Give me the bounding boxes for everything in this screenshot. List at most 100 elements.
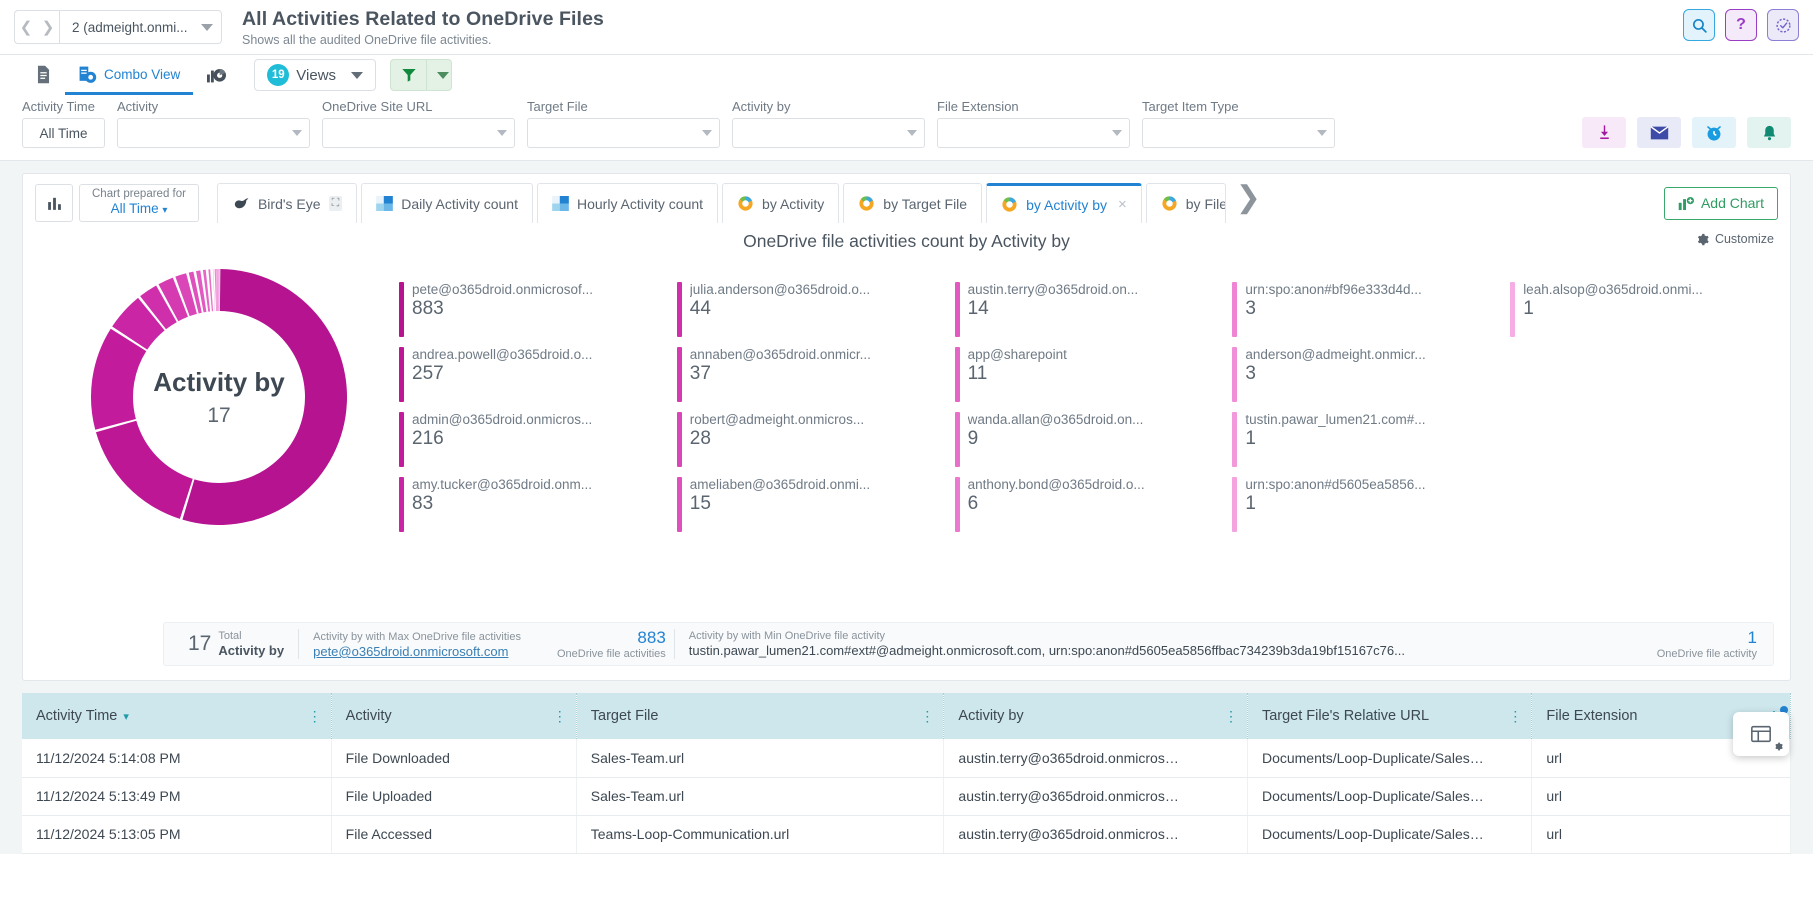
legend-value: 1 <box>1245 493 1425 515</box>
customize-button[interactable]: Customize <box>1696 232 1774 246</box>
table-cell: File Uploaded <box>331 777 576 815</box>
column-menu-icon[interactable]: ⋮ <box>553 714 567 718</box>
action-icons <box>1582 117 1791 148</box>
tenant-selector[interactable]: 2 (admeight.onmi... <box>59 10 222 44</box>
column-menu-icon[interactable]: ⋮ <box>920 714 934 718</box>
nav-back-button[interactable]: ❮ <box>15 11 37 43</box>
file-extension-select[interactable] <box>937 118 1130 148</box>
legend-label: anthony.bond@o365droid.o... <box>968 477 1145 492</box>
legend-item[interactable]: ameliaben@o365droid.onmi...15 <box>677 477 941 532</box>
table-header-activity-time[interactable]: Activity Time▾⋮ <box>22 693 331 739</box>
nav-forward-button[interactable]: ❯ <box>37 11 59 43</box>
legend-spacer <box>1510 412 1774 467</box>
legend-item[interactable]: urn:spo:anon#bf96e333d4d...3 <box>1232 282 1496 337</box>
chart-legend: pete@o365droid.onmicrosof...883 julia.and… <box>399 262 1774 532</box>
legend-item[interactable]: anthony.bond@o365droid.o...6 <box>955 477 1219 532</box>
chevron-down-icon <box>702 130 712 136</box>
donut-chart[interactable]: Activity by 17 <box>39 262 399 532</box>
legend-item[interactable]: admin@o365droid.onmicros...216 <box>399 412 663 467</box>
chevron-right-icon[interactable]: ❯ <box>1230 183 1267 223</box>
add-chart-button[interactable]: Add Chart <box>1664 187 1778 220</box>
legend-label: urn:spo:anon#bf96e333d4d... <box>1245 282 1421 297</box>
table-row[interactable]: 11/12/2024 5:13:05 PMFile AccessedTeams-… <box>22 815 1791 853</box>
alarm-icon[interactable] <box>1692 117 1736 148</box>
table-row[interactable]: 11/12/2024 5:13:49 PMFile UploadedSales-… <box>22 777 1791 815</box>
table-row[interactable]: 11/12/2024 5:14:08 PMFile DownloadedSale… <box>22 739 1791 777</box>
chart-tab-by-activity[interactable]: by Activity <box>722 183 839 223</box>
column-menu-icon[interactable]: ⋮ <box>1508 714 1522 718</box>
chart-tab-by-file[interactable]: by File <box>1146 183 1226 223</box>
legend-item[interactable]: julia.anderson@o365droid.o...44 <box>677 282 941 337</box>
legend-item[interactable]: austin.terry@o365droid.on...14 <box>955 282 1219 337</box>
legend-item[interactable]: pete@o365droid.onmicrosof...883 <box>399 282 663 337</box>
legend-label: leah.alsop@o365droid.onmi... <box>1523 282 1703 297</box>
legend-label: admin@o365droid.onmicros... <box>412 412 592 427</box>
chart-tab-birds-eye[interactable]: Bird's Eye ⛶ <box>217 183 357 223</box>
legend-item[interactable]: urn:spo:anon#d5605ea5856...1 <box>1232 477 1496 532</box>
tab-document-view[interactable] <box>22 57 65 95</box>
target-item-type-select[interactable] <box>1142 118 1335 148</box>
summary-max-value[interactable]: pete@o365droid.onmicrosoft.com <box>313 644 521 659</box>
legend-item[interactable]: app@sharepoint11 <box>955 347 1219 402</box>
legend-value: 44 <box>690 298 870 320</box>
tab-combo-view[interactable]: Combo View <box>65 57 193 95</box>
legend-color-swatch <box>677 412 682 467</box>
legend-item[interactable]: robert@admeight.onmicros...28 <box>677 412 941 467</box>
table-header-target-file[interactable]: Target File⋮ <box>576 693 944 739</box>
activity-by-select[interactable] <box>732 118 925 148</box>
table-header-target-file-s-relative-url[interactable]: Target File's Relative URL⋮ <box>1247 693 1531 739</box>
combo-view-icon <box>78 65 97 84</box>
legend-item[interactable]: leah.alsop@o365droid.onmi...1 <box>1510 282 1774 337</box>
legend-color-swatch <box>399 282 404 337</box>
onedrive-site-url-select[interactable] <box>322 118 515 148</box>
chart-prepared-group: Chart prepared for All Time ▾ <box>35 184 199 222</box>
document-icon <box>35 65 52 84</box>
legend-color-swatch <box>1232 477 1237 532</box>
legend-item[interactable]: wanda.allan@o365droid.on...9 <box>955 412 1219 467</box>
help-icon[interactable]: ? <box>1725 9 1757 41</box>
view-toolbar: Combo View 19 Views <box>0 55 1813 95</box>
chart-type-icon[interactable] <box>35 184 73 222</box>
chart-tab-by-activity-by[interactable]: by Activity by × <box>986 183 1142 223</box>
chart-tab-daily-activity-count[interactable]: Daily Activity count <box>361 183 533 223</box>
table-cell: File Accessed <box>331 815 576 853</box>
filter-icon[interactable] <box>390 59 426 91</box>
donut-slice[interactable] <box>96 421 193 519</box>
filter-target-file: Target File <box>527 99 720 148</box>
bell-icon[interactable] <box>1747 117 1791 148</box>
donut-slice[interactable] <box>91 329 146 430</box>
chart-tab-hourly-activity-count[interactable]: Hourly Activity count <box>537 183 718 223</box>
sort-descending-icon[interactable]: ▾ <box>123 711 129 723</box>
activity-select[interactable] <box>117 118 310 148</box>
close-icon[interactable]: × <box>1118 196 1127 213</box>
target-file-select[interactable] <box>527 118 720 148</box>
summary-max-count: 883 <box>557 628 666 647</box>
search-icon[interactable] <box>1683 9 1715 41</box>
donut-slice[interactable] <box>213 269 215 311</box>
chart-prepared-for[interactable]: Chart prepared for All Time ▾ <box>79 184 199 222</box>
column-menu-icon[interactable]: ⋮ <box>308 714 322 718</box>
chart-tabs-scroller[interactable]: Bird's Eye ⛶ Daily Activity count Hour <box>217 183 1664 223</box>
legend-item[interactable]: tustin.pawar_lumen21.com#...1 <box>1232 412 1496 467</box>
legend-item[interactable]: andrea.powell@o365droid.o...257 <box>399 347 663 402</box>
filter-dropdown-button[interactable] <box>426 59 452 91</box>
legend-item[interactable]: anderson@admeight.onmicr...3 <box>1232 347 1496 402</box>
column-menu-icon[interactable]: ⋮ <box>1224 714 1238 718</box>
donut-center-count: 17 <box>153 404 285 428</box>
activity-time-input[interactable]: All Time <box>22 118 105 148</box>
views-dropdown[interactable]: 19 Views <box>254 59 376 91</box>
schedule-icon[interactable] <box>1767 9 1799 41</box>
legend-item[interactable]: annaben@o365droid.onmicr...37 <box>677 347 941 402</box>
expand-icon[interactable]: ⛶ <box>329 196 343 211</box>
grid-settings-button[interactable] <box>1733 712 1789 756</box>
table-header-activity[interactable]: Activity⋮ <box>331 693 576 739</box>
tab-chart-view[interactable] <box>193 57 240 95</box>
legend-item[interactable]: amy.tucker@o365droid.onm...83 <box>399 477 663 532</box>
summary-max-count-caption: OneDrive file activities <box>557 647 666 661</box>
table-header-activity-by[interactable]: Activity by⋮ <box>944 693 1248 739</box>
download-icon[interactable] <box>1582 117 1626 148</box>
table-cell: Sales-Team.url <box>576 777 944 815</box>
email-icon[interactable] <box>1637 117 1681 148</box>
chart-tab-by-target-file[interactable]: by Target File <box>843 183 982 223</box>
data-table-wrapper: Activity Time▾⋮Activity⋮Target File⋮Acti… <box>0 681 1813 854</box>
